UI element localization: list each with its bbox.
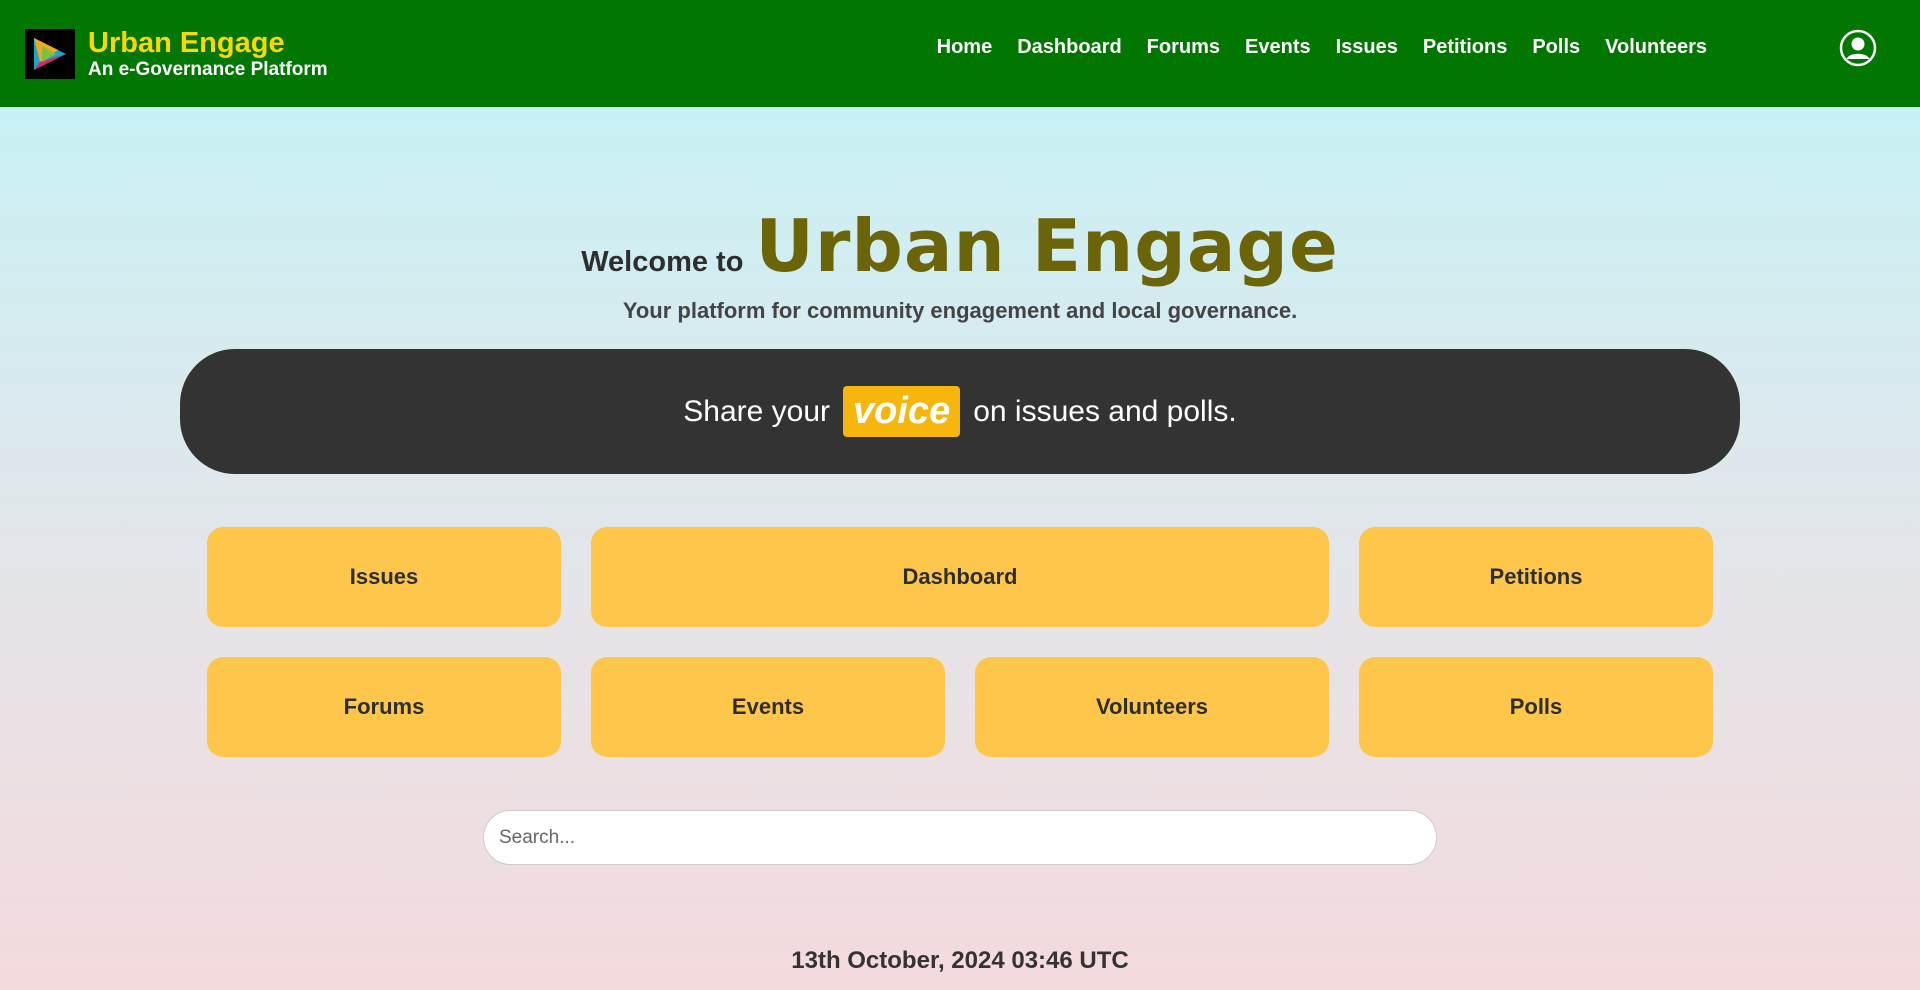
voice-banner: Share your voice on issues and polls. — [180, 349, 1740, 474]
banner-text-before: Share your — [683, 394, 831, 428]
nav-petitions[interactable]: Petitions — [1423, 34, 1507, 60]
tile-volunteers[interactable]: Volunteers — [975, 657, 1329, 757]
nav-forums[interactable]: Forums — [1147, 34, 1220, 60]
tile-issues[interactable]: Issues — [207, 527, 561, 627]
tagline: Your platform for community engagement a… — [622, 298, 1298, 323]
tile-petitions[interactable]: Petitions — [1359, 527, 1713, 627]
tile-polls[interactable]: Polls — [1359, 657, 1713, 757]
welcome-heading: Welcome to Urban Engage — [581, 204, 1339, 288]
brand-title: Urban Engage — [88, 26, 285, 59]
nav-issues[interactable]: Issues — [1336, 34, 1398, 60]
hero: Welcome to Urban Engage Your platform fo… — [0, 204, 1920, 324]
search-container — [483, 810, 1437, 865]
top-navbar: Urban Engage An e-Governance Platform Ho… — [0, 0, 1920, 107]
welcome-prefix: Welcome to — [581, 246, 744, 278]
nav-events[interactable]: Events — [1245, 34, 1311, 60]
brand-subtitle: An e-Governance Platform — [88, 58, 328, 80]
tile-forums[interactable]: Forums — [207, 657, 561, 757]
user-circle-icon[interactable] — [1839, 29, 1877, 67]
brand[interactable]: Urban Engage An e-Governance Platform — [88, 27, 328, 81]
nav-volunteers[interactable]: Volunteers — [1605, 34, 1707, 60]
main-nav: Home Dashboard Forums Events Issues Peti… — [912, 34, 1707, 60]
tile-dashboard[interactable]: Dashboard — [591, 527, 1329, 627]
feature-tiles: Issues Dashboard Petitions Forums Events… — [207, 527, 1713, 757]
current-datetime: 13th October, 2024 03:46 UTC — [791, 947, 1129, 974]
search-input[interactable] — [483, 810, 1437, 865]
nav-dashboard[interactable]: Dashboard — [1017, 34, 1121, 60]
banner-highlight: voice — [843, 386, 961, 437]
play-logo-icon[interactable] — [25, 28, 75, 79]
welcome-name: Urban Engage — [755, 204, 1339, 288]
nav-polls[interactable]: Polls — [1532, 34, 1580, 60]
banner-text-after: on issues and polls. — [973, 394, 1237, 428]
nav-home[interactable]: Home — [937, 34, 993, 60]
tile-events[interactable]: Events — [591, 657, 945, 757]
